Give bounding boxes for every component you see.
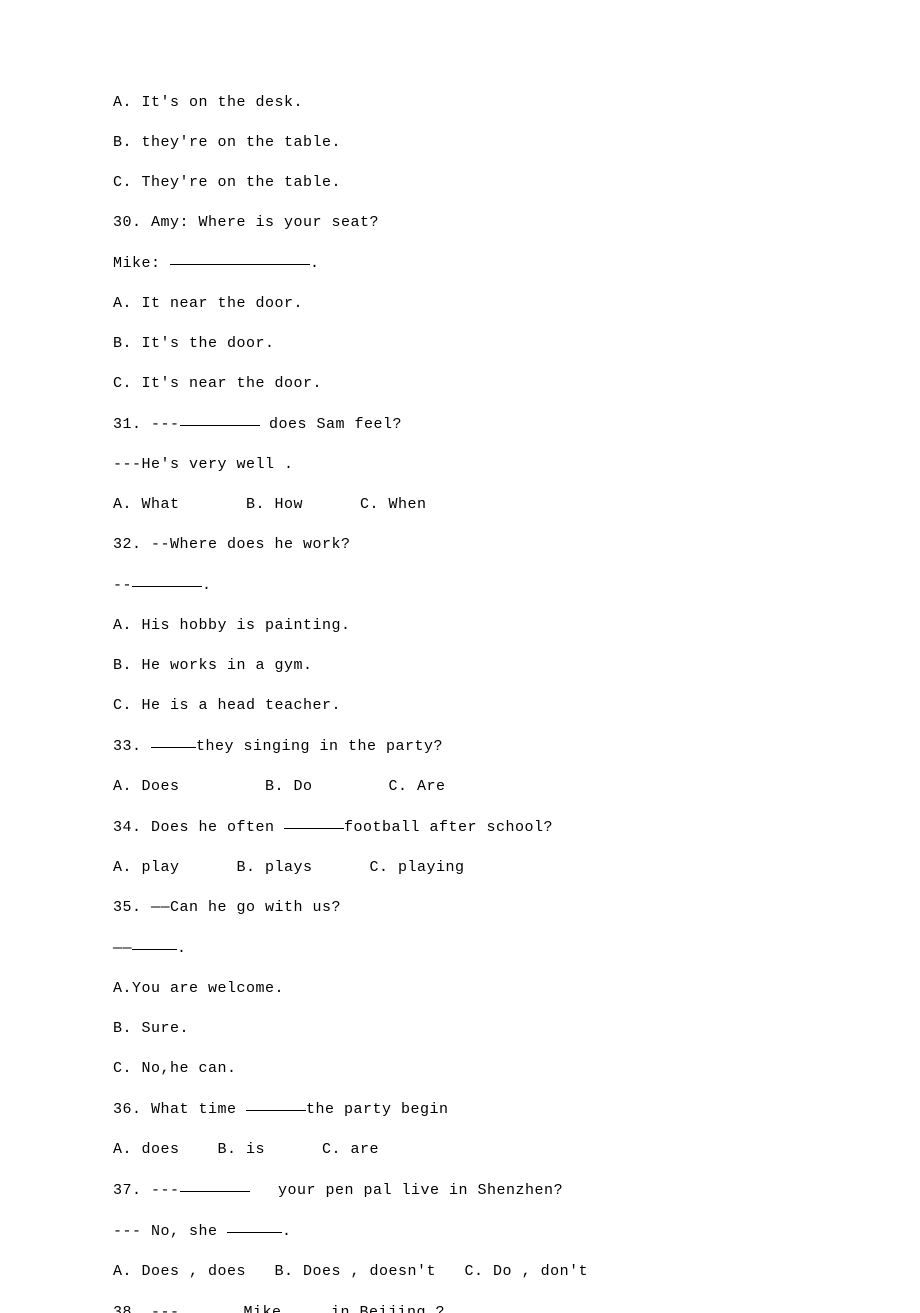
q37-pre: 37. --- <box>113 1182 180 1199</box>
q31-response: ---He's very well . <box>113 454 920 475</box>
q36-post: the party begin <box>306 1101 449 1118</box>
q29-option-b: B. they're on the table. <box>113 132 920 153</box>
blank-fill <box>151 733 196 748</box>
q35-option-a: A.You are welcome. <box>113 978 920 999</box>
q30-option-b: B. It's the door. <box>113 333 920 354</box>
dash: -- <box>113 577 132 594</box>
q37-l2-pre: --- No, she <box>113 1223 227 1240</box>
q33-post: they singing in the party? <box>196 738 443 755</box>
q38-prompt: 38. --- Mike in Beijing ? <box>113 1301 920 1313</box>
blank-fill <box>132 572 202 587</box>
q31-post: does Sam feel? <box>260 416 403 433</box>
q34-pre: 34. Does he often <box>113 819 284 836</box>
blank-fill <box>180 411 260 426</box>
q32-prompt: 32. --Where does he work? <box>113 534 920 555</box>
dash: —— <box>113 940 132 957</box>
q30-prompt: 30. Amy: Where is your seat? <box>113 212 920 233</box>
period: . <box>310 255 320 272</box>
q37-prompt: 37. --- your pen pal live in Shenzhen? <box>113 1179 920 1201</box>
q37-post: your pen pal live in Shenzhen? <box>250 1182 564 1199</box>
blank-fill <box>189 1299 234 1313</box>
q31-prompt: 31. --- does Sam feel? <box>113 413 920 435</box>
q30-response: Mike: . <box>113 252 920 274</box>
q32-option-b: B. He works in a gym. <box>113 655 920 676</box>
blank-fill <box>282 1299 322 1313</box>
q35-option-c: C. No,he can. <box>113 1058 920 1079</box>
q36-pre: 36. What time <box>113 1101 246 1118</box>
q30-option-c: C. It's near the door. <box>113 373 920 394</box>
q36-prompt: 36. What time the party begin <box>113 1098 920 1120</box>
period: . <box>202 577 211 594</box>
q33-options: A. Does B. Do C. Are <box>113 776 920 797</box>
q32-option-a: A. His hobby is painting. <box>113 615 920 636</box>
q33-pre: 33. <box>113 738 151 755</box>
q38-pre: 38. --- <box>113 1304 189 1313</box>
q31-options: A. What B. How C. When <box>113 494 920 515</box>
q31-pre: 31. --- <box>113 416 180 433</box>
q34-prompt: 34. Does he often football after school? <box>113 816 920 838</box>
q36-options: A. does B. is C. are <box>113 1139 920 1160</box>
period: . <box>282 1223 292 1240</box>
q32-response: --. <box>113 574 920 596</box>
q30-mike-label: Mike: <box>113 255 170 272</box>
blank-fill <box>227 1218 282 1233</box>
q35-prompt: 35. ——Can he go with us? <box>113 897 920 918</box>
q33-prompt: 33. they singing in the party? <box>113 735 920 757</box>
q30-option-a: A. It near the door. <box>113 293 920 314</box>
q37-options: A. Does , does B. Does , doesn't C. Do ,… <box>113 1261 920 1282</box>
q35-option-b: B. Sure. <box>113 1018 920 1039</box>
q38-mid: Mike <box>234 1304 282 1313</box>
blank-fill <box>284 814 344 829</box>
blank-fill <box>170 250 310 265</box>
blank-fill <box>246 1096 306 1111</box>
q29-option-a: A. It's on the desk. <box>113 92 920 113</box>
q34-post: football after school? <box>344 819 553 836</box>
q32-option-c: C. He is a head teacher. <box>113 695 920 716</box>
q35-response: ——. <box>113 937 920 959</box>
blank-fill <box>180 1177 250 1192</box>
q37-response: --- No, she . <box>113 1220 920 1242</box>
period: . <box>177 940 186 957</box>
q29-option-c: C. They're on the table. <box>113 172 920 193</box>
q34-options: A. play B. plays C. playing <box>113 857 920 878</box>
q38-post: in Beijing ? <box>322 1304 446 1313</box>
blank-fill <box>132 935 177 950</box>
